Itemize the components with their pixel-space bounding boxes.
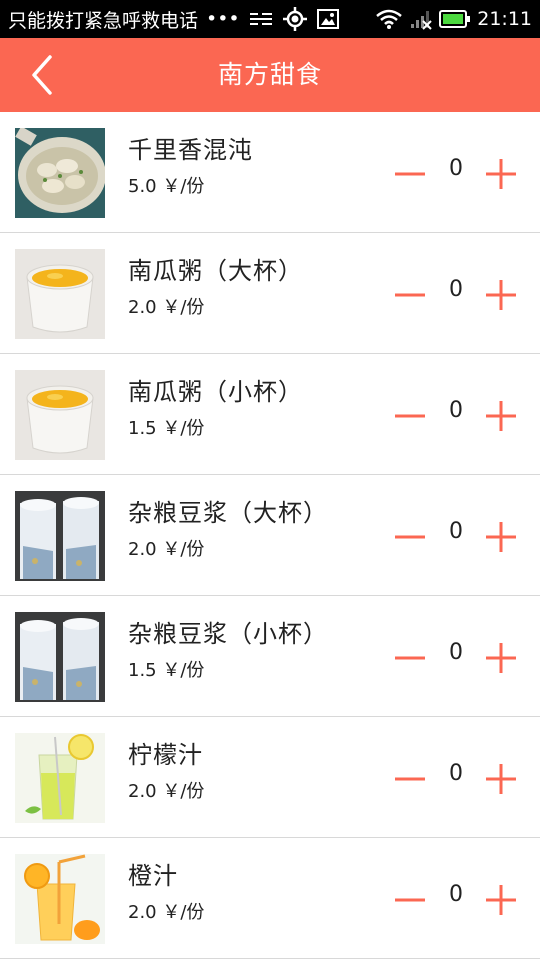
increase-button[interactable] xyxy=(484,762,518,796)
clock: 21:11 xyxy=(477,8,532,30)
decrease-button[interactable] xyxy=(393,762,427,796)
quantity-value: 0 xyxy=(449,640,463,665)
product-price: 2.0 ￥/份 xyxy=(128,781,205,802)
product-row: 橙汁 2.0 ￥/份 0 xyxy=(0,838,540,959)
minus-icon xyxy=(395,414,425,418)
increase-button[interactable] xyxy=(484,641,518,675)
quantity-value: 0 xyxy=(449,882,463,907)
decrease-button[interactable] xyxy=(393,157,427,191)
product-name: 南瓜粥（小杯） xyxy=(128,378,303,406)
product-list: 千里香混沌 5.0 ￥/份 0 南瓜粥（大杯） 2.0 ￥/份 0 南瓜粥（小杯… xyxy=(0,112,540,959)
product-price: 5.0 ￥/份 xyxy=(128,176,205,197)
image-notification-icon xyxy=(316,8,340,30)
quantity-value: 0 xyxy=(449,156,463,181)
increase-button[interactable] xyxy=(484,520,518,554)
minus-icon xyxy=(395,293,425,297)
product-price: 2.0 ￥/份 xyxy=(128,539,205,560)
product-row: 杂粮豆浆（小杯） 1.5 ￥/份 0 xyxy=(0,596,540,717)
minus-icon xyxy=(395,535,425,539)
pumpkin-porridge-image xyxy=(15,370,105,460)
menu-lines-icon xyxy=(248,9,274,29)
product-row: 南瓜粥（大杯） 2.0 ￥/份 0 xyxy=(0,233,540,354)
product-name: 南瓜粥（大杯） xyxy=(128,257,303,285)
minus-icon xyxy=(395,172,425,176)
gps-icon xyxy=(282,6,308,32)
notification-dots: ••• xyxy=(206,8,240,30)
decrease-button[interactable] xyxy=(393,883,427,917)
increase-button[interactable] xyxy=(484,157,518,191)
quantity-value: 0 xyxy=(449,277,463,302)
plus-icon xyxy=(486,643,516,673)
product-name: 杂粮豆浆（大杯） xyxy=(128,499,328,527)
minus-icon xyxy=(395,656,425,660)
product-row: 杂粮豆浆（大杯） 2.0 ￥/份 0 xyxy=(0,475,540,596)
quantity-value: 0 xyxy=(449,398,463,423)
soy-milk-image xyxy=(15,491,105,581)
increase-button[interactable] xyxy=(484,278,518,312)
battery-icon xyxy=(439,9,471,29)
plus-icon xyxy=(486,280,516,310)
product-name: 千里香混沌 xyxy=(128,136,253,164)
status-bar: 只能拨打紧急呼救电话 ••• 21:11 xyxy=(0,0,540,38)
product-price: 2.0 ￥/份 xyxy=(128,902,205,923)
soy-milk-image xyxy=(15,612,105,702)
plus-icon xyxy=(486,764,516,794)
increase-button[interactable] xyxy=(484,399,518,433)
plus-icon xyxy=(486,401,516,431)
plus-icon xyxy=(486,522,516,552)
wonton-soup-image xyxy=(15,128,105,218)
product-name: 杂粮豆浆（小杯） xyxy=(128,620,328,648)
lemon-juice-image xyxy=(15,733,105,823)
signal-no-sim-icon xyxy=(409,8,433,30)
product-row: 南瓜粥（小杯） 1.5 ￥/份 0 xyxy=(0,354,540,475)
minus-icon xyxy=(395,777,425,781)
decrease-button[interactable] xyxy=(393,399,427,433)
product-price: 2.0 ￥/份 xyxy=(128,297,205,318)
product-row: 千里香混沌 5.0 ￥/份 0 xyxy=(0,112,540,233)
pumpkin-porridge-image xyxy=(15,249,105,339)
product-price: 1.5 ￥/份 xyxy=(128,418,205,439)
product-name: 橙汁 xyxy=(128,862,178,890)
plus-icon xyxy=(486,885,516,915)
decrease-button[interactable] xyxy=(393,278,427,312)
product-price: 1.5 ￥/份 xyxy=(128,660,205,681)
quantity-value: 0 xyxy=(449,761,463,786)
orange-juice-image xyxy=(15,854,105,944)
app-bar: 南方甜食 xyxy=(0,38,540,112)
product-row: 柠檬汁 2.0 ￥/份 0 xyxy=(0,717,540,838)
decrease-button[interactable] xyxy=(393,641,427,675)
wifi-icon xyxy=(375,8,403,30)
minus-icon xyxy=(395,898,425,902)
increase-button[interactable] xyxy=(484,883,518,917)
plus-icon xyxy=(486,159,516,189)
decrease-button[interactable] xyxy=(393,520,427,554)
page-title: 南方甜食 xyxy=(217,60,322,89)
carrier-text: 只能拨打紧急呼救电话 xyxy=(8,9,199,32)
product-name: 柠檬汁 xyxy=(128,741,203,769)
quantity-value: 0 xyxy=(449,519,463,544)
